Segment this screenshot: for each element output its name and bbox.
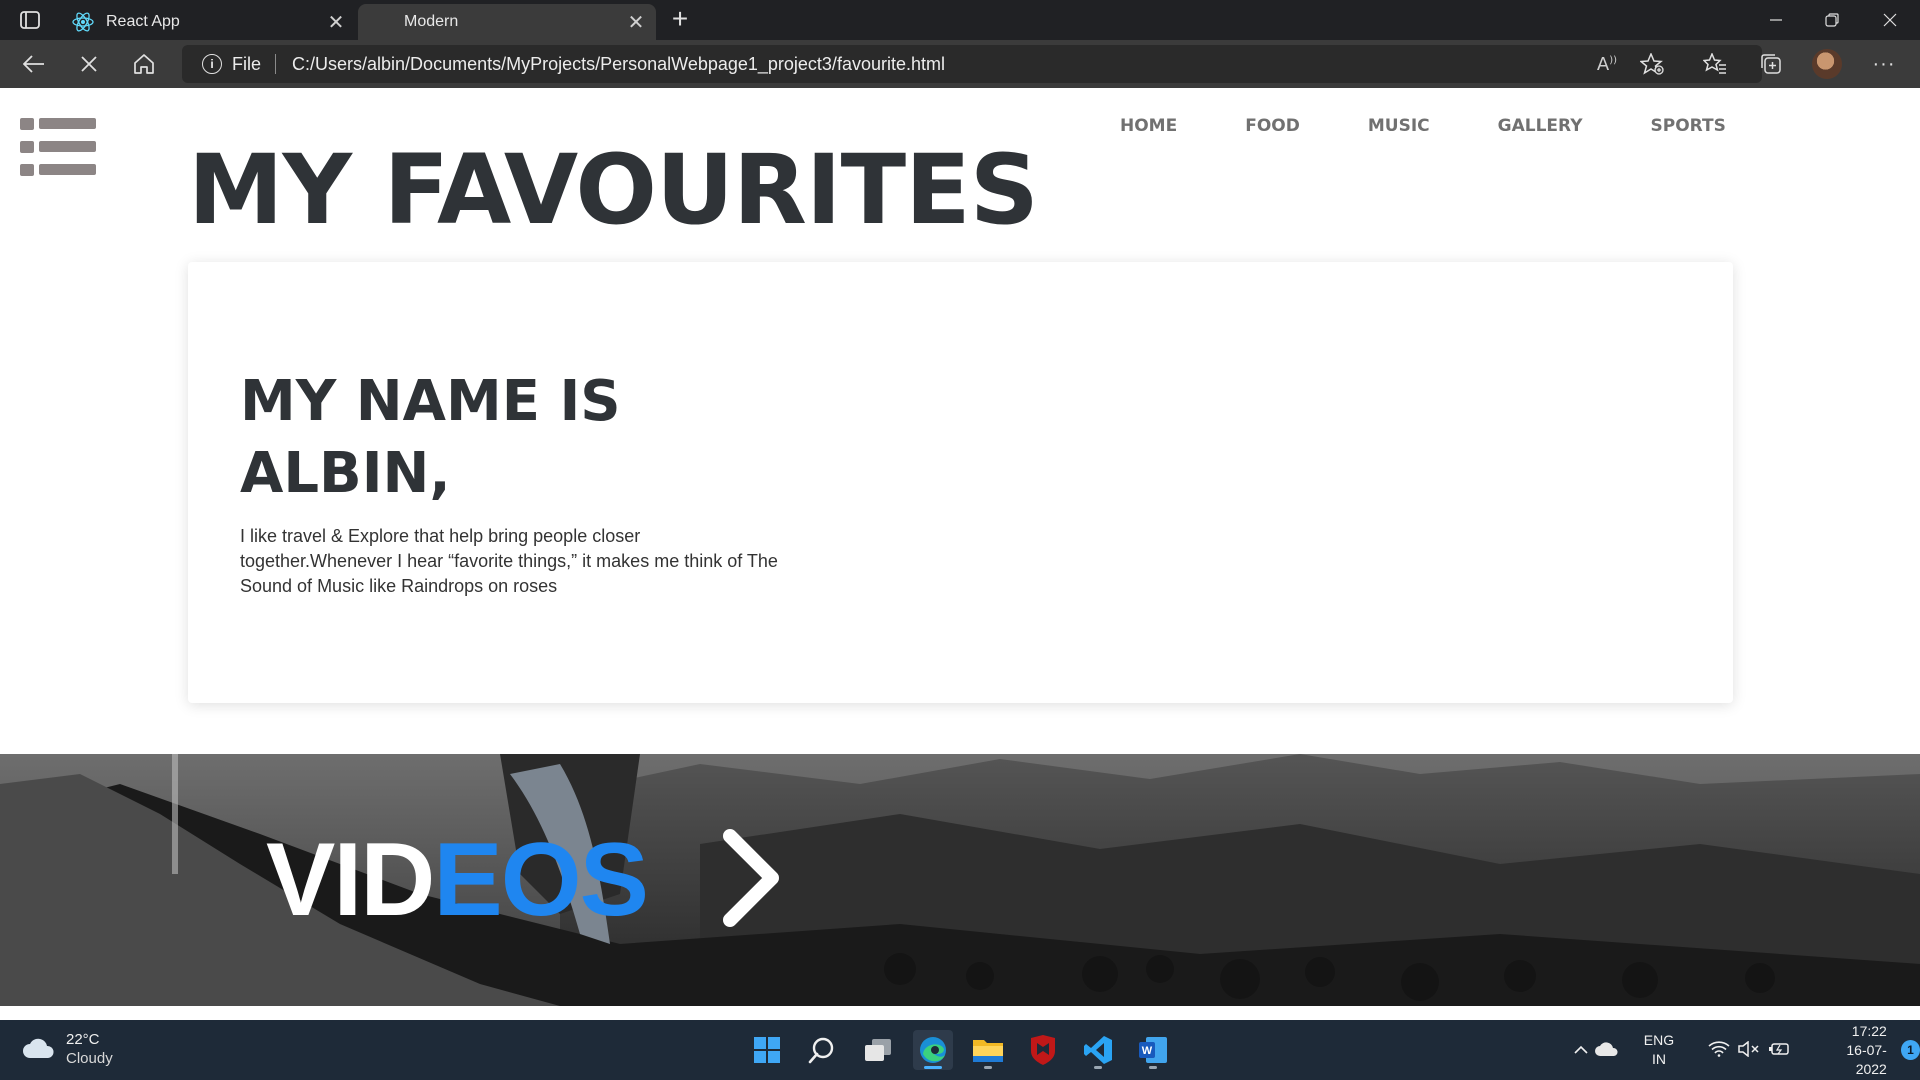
videos-title-part2: EOS xyxy=(433,822,649,938)
word-icon[interactable]: W xyxy=(1133,1030,1173,1070)
card-heading: MY NAME IS ALBIN, xyxy=(240,369,621,506)
home-icon[interactable] xyxy=(126,46,162,82)
restore-icon[interactable] xyxy=(1804,0,1860,40)
scheme-label: File xyxy=(232,53,262,74)
wifi-icon[interactable] xyxy=(1708,1040,1730,1060)
window-close-icon[interactable] xyxy=(1862,0,1918,40)
back-icon[interactable] xyxy=(16,46,52,82)
close-icon[interactable]: ✕ xyxy=(622,8,650,36)
region-code: IN xyxy=(1651,1051,1666,1067)
nav-sports[interactable]: SPORTS xyxy=(1651,116,1726,136)
tab-actions-icon[interactable] xyxy=(12,8,48,32)
videos-title[interactable]: VIDEOS xyxy=(266,828,649,932)
new-tab-icon[interactable]: + xyxy=(664,5,696,34)
svg-text:W: W xyxy=(1142,1045,1153,1057)
onedrive-icon[interactable] xyxy=(1591,1042,1624,1058)
page-title: MY FAVOURITES xyxy=(188,134,1039,246)
clock-date: 16-07-2022 xyxy=(1846,1041,1887,1077)
close-icon[interactable]: ✕ xyxy=(322,8,350,36)
browser-toolbar: i File C:/Users/albin/Documents/MyProjec… xyxy=(0,40,1920,88)
browser-titlebar: React App ✕ Modern ✕ + xyxy=(0,0,1920,40)
nav-music[interactable]: MUSIC xyxy=(1368,116,1430,136)
windows-start-icon[interactable] xyxy=(747,1030,787,1070)
running-indicator xyxy=(924,1066,942,1069)
react-icon xyxy=(72,11,94,33)
tab-react-app[interactable]: React App ✕ xyxy=(60,4,356,40)
profile-avatar[interactable] xyxy=(1812,49,1842,79)
weather-temp: 22°C xyxy=(66,1031,100,1048)
videos-title-part1: VID xyxy=(266,822,435,938)
running-indicator xyxy=(984,1066,992,1069)
edge-icon[interactable] xyxy=(913,1030,953,1070)
windows-taskbar: 22°C Cloudy W ENG IN 17:22 16-07-2022 1 xyxy=(0,1020,1920,1080)
tab-label: Modern xyxy=(404,13,459,30)
chevron-right-icon[interactable] xyxy=(720,826,784,930)
search-icon[interactable] xyxy=(802,1030,842,1070)
chevron-up-icon[interactable] xyxy=(1570,1045,1591,1055)
stop-loading-icon[interactable] xyxy=(71,46,107,82)
menu-icon[interactable] xyxy=(20,118,96,178)
web-page: HOME FOOD MUSIC GALLERY SPORTS MY FAVOUR… xyxy=(0,88,1920,1020)
collections-icon[interactable] xyxy=(1753,46,1789,82)
videos-banner[interactable]: VIDEOS xyxy=(0,754,1920,1006)
info-icon[interactable]: i xyxy=(202,54,222,74)
card-body: I like travel & Explore that help bring … xyxy=(240,526,778,596)
top-nav: HOME FOOD MUSIC GALLERY SPORTS xyxy=(1120,116,1794,136)
nav-food[interactable]: FOOD xyxy=(1245,116,1300,136)
system-tray: ENG IN 17:22 16-07-2022 1 xyxy=(1570,1020,1920,1080)
task-view-icon[interactable] xyxy=(858,1030,898,1070)
mcafee-icon[interactable] xyxy=(1023,1030,1063,1070)
nav-home[interactable]: HOME xyxy=(1120,116,1177,136)
running-indicator xyxy=(1149,1066,1157,1069)
language-code: ENG xyxy=(1643,1032,1675,1048)
notification-badge[interactable]: 1 xyxy=(1900,1040,1920,1060)
nav-gallery[interactable]: GALLERY xyxy=(1498,116,1583,136)
address-bar[interactable]: i File C:/Users/albin/Documents/MyProjec… xyxy=(182,45,1762,83)
running-indicator xyxy=(1094,1066,1102,1069)
cloud-icon xyxy=(23,1038,54,1058)
volume-muted-icon[interactable] xyxy=(1738,1039,1760,1060)
vscode-icon[interactable] xyxy=(1078,1030,1118,1070)
url-text[interactable]: C:/Users/albin/Documents/MyProjects/Pers… xyxy=(292,54,945,75)
file-explorer-icon[interactable] xyxy=(968,1030,1008,1070)
more-icon[interactable]: ··· xyxy=(1866,46,1902,82)
favorites-icon[interactable] xyxy=(1697,46,1733,82)
battery-icon[interactable] xyxy=(1768,1041,1790,1060)
intro-card: MY NAME IS ALBIN, I like travel & Explor… xyxy=(188,262,1733,703)
add-favorite-icon[interactable] xyxy=(1634,46,1670,82)
weather-condition: Cloudy xyxy=(66,1050,113,1067)
read-aloud-icon[interactable]: A)) xyxy=(1589,46,1625,82)
weather-widget[interactable]: 22°C Cloudy xyxy=(22,1030,113,1068)
address-separator xyxy=(275,54,277,74)
tab-modern[interactable]: Modern ✕ xyxy=(358,4,656,40)
clock-time: 17:22 xyxy=(1851,1022,1887,1039)
language-indicator[interactable]: ENG IN xyxy=(1642,1031,1677,1069)
tab-label: React App xyxy=(106,13,180,30)
minimize-icon[interactable] xyxy=(1748,0,1804,40)
clock[interactable]: 17:22 16-07-2022 xyxy=(1818,1022,1887,1079)
